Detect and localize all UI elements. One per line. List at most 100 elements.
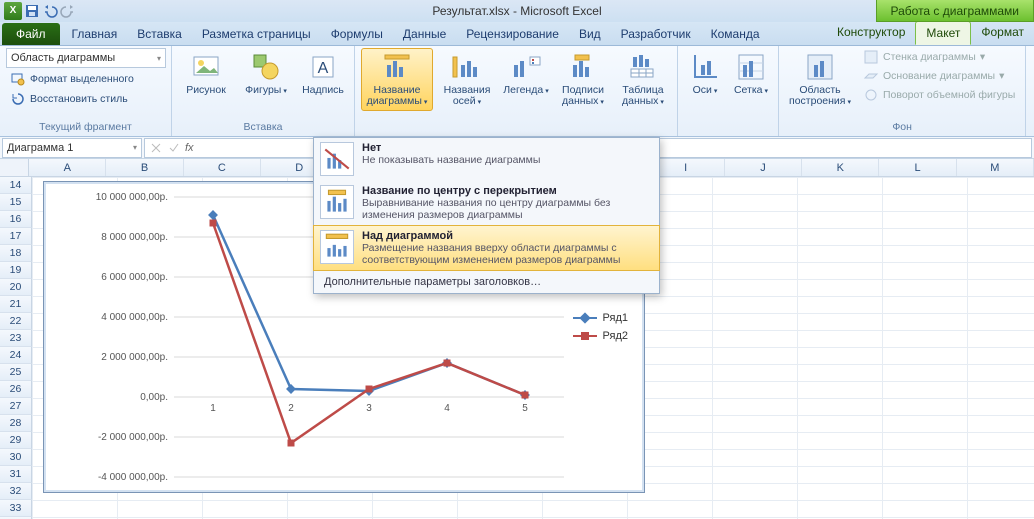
svg-text:4 000 000,00р.: 4 000 000,00р. <box>101 312 168 323</box>
tab-format[interactable]: Формат <box>971 21 1034 45</box>
plot-area-button[interactable]: Область построения <box>785 48 855 111</box>
svg-text:10 000 000,00р.: 10 000 000,00р. <box>96 192 168 203</box>
row-header[interactable]: 22 <box>0 313 32 330</box>
row-header[interactable]: 33 <box>0 500 32 517</box>
dd-item-none[interactable]: НетНе показывать название диаграммы <box>314 138 659 181</box>
data-table-button[interactable]: Таблица данных <box>615 48 671 111</box>
chart-floor-button: Основание диаграммы ▾ <box>859 67 1019 85</box>
svg-text:1: 1 <box>210 403 216 414</box>
svg-text:-2 000 000,00р.: -2 000 000,00р. <box>98 432 168 443</box>
row-header[interactable]: 17 <box>0 228 32 245</box>
chart-title-dropdown: НетНе показывать название диаграммы Назв… <box>313 137 660 294</box>
undo-icon[interactable] <box>42 3 58 19</box>
data-labels-icon <box>567 51 599 83</box>
row-header[interactable]: 30 <box>0 449 32 466</box>
svg-text:2 000 000,00р.: 2 000 000,00р. <box>101 352 168 363</box>
ribbon: Область диаграммы▾ Формат выделенного Во… <box>0 46 1034 137</box>
row-header[interactable]: 29 <box>0 432 32 449</box>
legend-item-2[interactable]: Ряд2 <box>573 330 628 342</box>
row-header[interactable]: 31 <box>0 466 32 483</box>
row-header[interactable]: 15 <box>0 194 32 211</box>
legend-icon <box>510 51 542 83</box>
tab-home[interactable]: Главная <box>62 23 128 45</box>
shapes-button[interactable]: Фигуры <box>238 48 294 100</box>
svg-text:0,00р.: 0,00р. <box>140 392 168 403</box>
select-all-corner[interactable] <box>0 159 29 176</box>
reset-style-button[interactable]: Восстановить стиль <box>6 90 132 108</box>
row-header[interactable]: 23 <box>0 330 32 347</box>
tab-design[interactable]: Конструктор <box>827 21 915 45</box>
save-icon[interactable] <box>24 3 40 19</box>
row-header[interactable]: 25 <box>0 364 32 381</box>
dd-item-overlay[interactable]: Название по центру с перекрытиемВыравнив… <box>314 181 659 226</box>
tab-layout[interactable]: Макет <box>915 21 971 45</box>
row-header[interactable]: 19 <box>0 262 32 279</box>
svg-text:3: 3 <box>366 403 372 414</box>
tab-review[interactable]: Рецензирование <box>456 23 569 45</box>
rotation-button: Поворот объемной фигуры <box>859 86 1019 104</box>
row-header[interactable]: 16 <box>0 211 32 228</box>
tab-formulas[interactable]: Формулы <box>321 23 393 45</box>
fx-icon[interactable]: fx <box>185 142 194 154</box>
tab-pagelayout[interactable]: Разметка страницы <box>192 23 321 45</box>
axes-button[interactable]: Оси <box>684 48 726 100</box>
picture-button[interactable]: Рисунок <box>178 48 234 99</box>
tab-insert[interactable]: Вставка <box>127 23 192 45</box>
above-icon <box>320 230 354 264</box>
legend-item-1[interactable]: Ряд1 <box>573 312 628 324</box>
col-header[interactable]: B <box>106 159 183 176</box>
group-current-selection: Область диаграммы▾ Формат выделенного Во… <box>0 46 172 136</box>
col-header[interactable]: A <box>29 159 106 176</box>
tab-view[interactable]: Вид <box>569 23 611 45</box>
textbox-icon: A <box>307 51 339 83</box>
col-header[interactable]: K <box>802 159 879 176</box>
none-icon <box>320 142 354 176</box>
floor-icon <box>863 68 879 84</box>
cancel-icon[interactable] <box>149 141 163 155</box>
picture-icon <box>190 51 222 83</box>
col-header[interactable]: J <box>725 159 802 176</box>
name-box[interactable]: Диаграмма 1▾ <box>2 138 142 158</box>
col-header[interactable]: C <box>184 159 261 176</box>
row-header[interactable]: 20 <box>0 279 32 296</box>
enter-icon[interactable] <box>167 141 181 155</box>
axes-icon <box>689 51 721 83</box>
axis-titles-button[interactable]: Названия осей <box>437 48 497 111</box>
row-header[interactable]: 14 <box>0 177 32 194</box>
tab-developer[interactable]: Разработчик <box>611 23 701 45</box>
chart-element-combo[interactable]: Область диаграммы▾ <box>6 48 166 68</box>
chart-title-icon <box>381 51 413 83</box>
tab-file[interactable]: Файл <box>2 23 60 45</box>
rotation-icon <box>863 87 879 103</box>
row-header[interactable]: 18 <box>0 245 32 262</box>
svg-text:A: A <box>318 60 329 77</box>
excel-icon: X <box>4 2 22 20</box>
data-labels-button[interactable]: Подписи данных <box>555 48 611 111</box>
chart-title-button[interactable]: Название диаграммы <box>361 48 433 111</box>
data-table-icon <box>627 51 659 83</box>
chart-legend[interactable]: Ряд1 Ряд2 <box>573 312 628 348</box>
group-labels: Название диаграммы Названия осей Легенда… <box>355 46 678 136</box>
row-header[interactable]: 28 <box>0 415 32 432</box>
row-header[interactable]: 32 <box>0 483 32 500</box>
row-header[interactable]: 26 <box>0 381 32 398</box>
row-header[interactable]: 21 <box>0 296 32 313</box>
row-header[interactable]: 24 <box>0 347 32 364</box>
legend-button[interactable]: Легенда <box>501 48 551 100</box>
gridlines-button[interactable]: Сетка <box>730 48 772 100</box>
format-selection-icon <box>10 71 26 87</box>
col-header[interactable]: M <box>957 159 1034 176</box>
context-tools-title: Работа с диаграммами <box>876 0 1034 22</box>
format-selection-button[interactable]: Формат выделенного <box>6 70 138 88</box>
chart-wall-button: Стенка диаграммы ▾ <box>859 48 1019 66</box>
redo-icon[interactable] <box>60 3 76 19</box>
svg-text:-4 000 000,00р.: -4 000 000,00р. <box>98 472 168 483</box>
textbox-button[interactable]: A Надпись <box>298 48 348 99</box>
row-header[interactable]: 27 <box>0 398 32 415</box>
svg-text:8 000 000,00р.: 8 000 000,00р. <box>101 232 168 243</box>
col-header[interactable]: L <box>879 159 956 176</box>
tab-team[interactable]: Команда <box>701 23 770 45</box>
dd-item-above[interactable]: Над диаграммойРазмещение названия вверху… <box>313 225 660 271</box>
dd-more-options[interactable]: Дополнительные параметры заголовков… <box>314 270 659 293</box>
tab-data[interactable]: Данные <box>393 23 456 45</box>
